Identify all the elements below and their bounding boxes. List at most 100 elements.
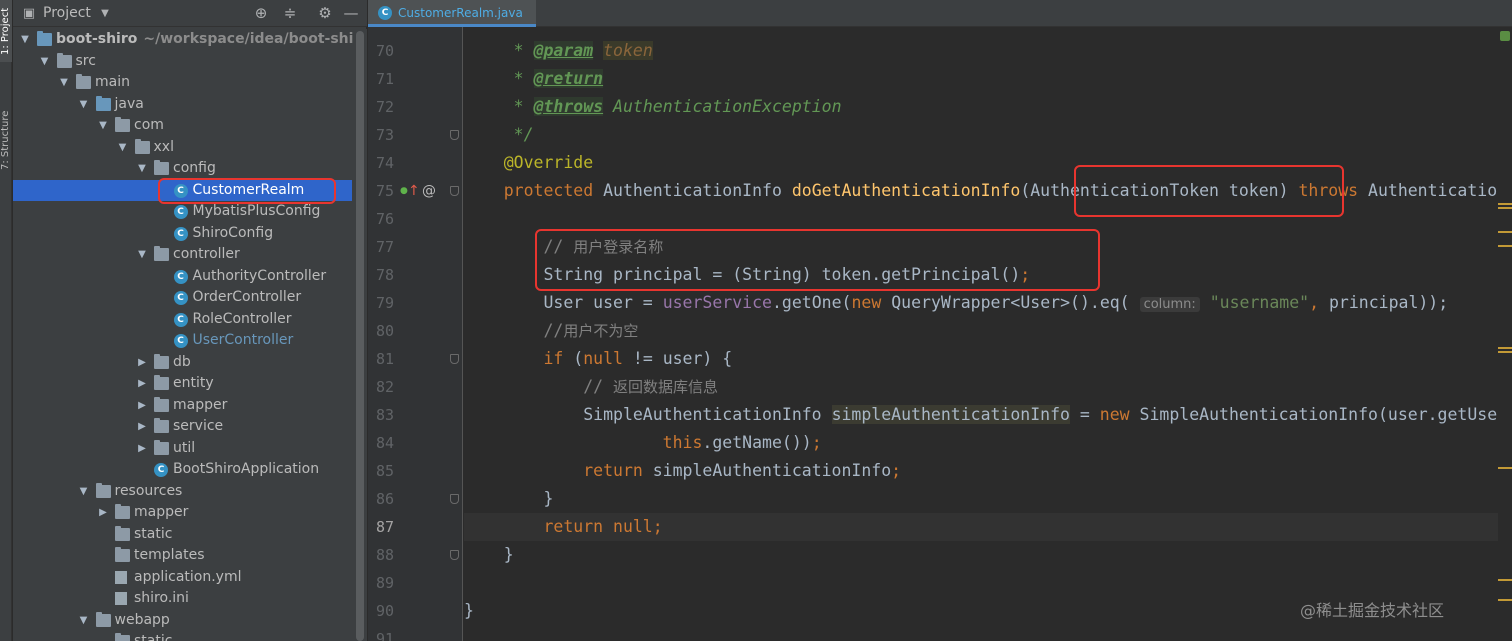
line-number[interactable]: 89 xyxy=(368,569,394,597)
tree-item[interactable]: ▶ mapper xyxy=(13,395,352,417)
expanded-arrow-icon[interactable]: ▼ xyxy=(78,610,90,632)
tree-item[interactable]: static xyxy=(13,631,352,641)
line-number[interactable]: 90 xyxy=(368,597,394,625)
tree-item[interactable]: ▼ controller xyxy=(13,244,352,266)
collapse-all-icon[interactable]: ≑ xyxy=(280,0,300,27)
inspection-ok-icon[interactable] xyxy=(1500,31,1510,41)
warning-marker[interactable] xyxy=(1498,207,1512,209)
tree-item[interactable]: ▶ util xyxy=(13,438,352,460)
line-number[interactable]: 82 xyxy=(368,373,394,401)
expanded-arrow-icon[interactable]: ▼ xyxy=(136,244,148,266)
tree-item[interactable]: ▼ src xyxy=(13,51,352,73)
line-number[interactable]: 81 xyxy=(368,345,394,373)
code-line[interactable]: } xyxy=(464,541,514,569)
tree-item[interactable]: ▼ com xyxy=(13,115,352,137)
code-line[interactable]: * @throws AuthenticationException xyxy=(464,93,842,121)
fold-icon[interactable] xyxy=(450,186,459,196)
fold-icon[interactable] xyxy=(450,354,459,364)
warning-marker[interactable] xyxy=(1498,579,1512,581)
line-number[interactable]: 85 xyxy=(368,457,394,485)
code-line[interactable]: // 返回数据库信息 xyxy=(464,373,718,401)
code-line[interactable]: User user = userService.getOne(new Query… xyxy=(464,289,1448,317)
tree-item[interactable]: C ShiroConfig xyxy=(13,223,352,245)
editor-gutter[interactable]: 70 71 72 73 74 75 76 77 78 79 80 81 82 83 84 85 86 87 88 89… xyxy=(368,27,463,641)
tree-item[interactable]: ▼ main xyxy=(13,72,352,94)
tree-item[interactable]: ▶ mapper xyxy=(13,502,352,524)
collapsed-arrow-icon[interactable]: ▶ xyxy=(136,438,148,460)
expanded-arrow-icon[interactable]: ▼ xyxy=(136,158,148,180)
code-line[interactable]: * @return xyxy=(464,65,604,93)
code-line[interactable]: SimpleAuthenticationInfo simpleAuthentic… xyxy=(464,401,1498,429)
tree-item[interactable]: ▼ boot-shiro ~/workspace/idea/boot-shiro xyxy=(13,29,367,51)
tab-customer-realm[interactable]: C CustomerRealm.java xyxy=(368,0,536,27)
collapsed-arrow-icon[interactable]: ▶ xyxy=(97,502,109,524)
structure-tool-tab[interactable]: 7: Structure xyxy=(0,95,12,185)
code-line[interactable]: return simpleAuthenticationInfo; xyxy=(464,457,901,485)
collapsed-arrow-icon[interactable]: ▶ xyxy=(136,373,148,395)
project-tree-scrollbar[interactable] xyxy=(353,29,367,641)
tree-item[interactable]: ▼ java xyxy=(13,94,352,116)
tree-item[interactable]: ▼ resources xyxy=(13,481,352,503)
tree-item[interactable]: static xyxy=(13,524,352,546)
fold-icon[interactable] xyxy=(450,130,459,140)
tree-item[interactable]: ▶ service xyxy=(13,416,352,438)
line-number[interactable]: 88 xyxy=(368,541,394,569)
collapsed-arrow-icon[interactable]: ▶ xyxy=(136,352,148,374)
error-stripe[interactable] xyxy=(1498,27,1512,641)
override-arrow-icon[interactable]: ↑ xyxy=(408,177,420,205)
line-number[interactable]: 78 xyxy=(368,261,394,289)
minimize-icon[interactable]: — xyxy=(341,0,361,27)
line-number[interactable]: 72 xyxy=(368,93,394,121)
line-number[interactable]: 84 xyxy=(368,429,394,457)
line-number[interactable]: 87 xyxy=(368,513,394,541)
tree-item[interactable]: C RoleController xyxy=(13,309,352,331)
line-number[interactable]: 75 xyxy=(368,177,394,205)
fold-icon[interactable] xyxy=(450,494,459,504)
tree-item[interactable]: ▼ config xyxy=(13,158,352,180)
line-number[interactable]: 79 xyxy=(368,289,394,317)
code-editor[interactable]: * @param token * @return * @throws Authe… xyxy=(464,27,1498,641)
line-number[interactable]: 83 xyxy=(368,401,394,429)
tree-item[interactable]: ▶ entity xyxy=(13,373,352,395)
warning-marker[interactable] xyxy=(1498,203,1512,205)
project-view-title[interactable]: Project xyxy=(43,0,91,27)
expanded-arrow-icon[interactable]: ▼ xyxy=(19,29,31,51)
expanded-arrow-icon[interactable]: ▼ xyxy=(97,115,109,137)
expanded-arrow-icon[interactable]: ▼ xyxy=(117,137,129,159)
line-number[interactable]: 73 xyxy=(368,121,394,149)
line-number[interactable]: 71 xyxy=(368,65,394,93)
code-line[interactable]: } xyxy=(464,597,474,625)
warning-marker[interactable] xyxy=(1498,599,1512,601)
tree-item[interactable]: C OrderController xyxy=(13,287,352,309)
tree-item[interactable]: C AuthorityController xyxy=(13,266,352,288)
code-line[interactable]: this.getName()); xyxy=(464,429,822,457)
line-number[interactable]: 77 xyxy=(368,233,394,261)
expanded-arrow-icon[interactable]: ▼ xyxy=(78,481,90,503)
warning-marker[interactable] xyxy=(1498,351,1512,353)
tree-item[interactable]: ▼ xxl xyxy=(13,137,352,159)
tree-item[interactable]: application.yml xyxy=(13,567,352,589)
code-line[interactable]: @Override xyxy=(464,149,593,177)
code-line[interactable]: */ xyxy=(464,121,534,149)
tree-item[interactable]: C BootShiroApplication xyxy=(13,459,352,481)
line-number[interactable]: 70 xyxy=(368,37,394,65)
fold-icon[interactable] xyxy=(450,550,459,560)
tree-item[interactable]: ▼ webapp xyxy=(13,610,352,632)
tree-item[interactable]: ▶ db xyxy=(13,352,352,374)
implements-method-icon[interactable]: ● xyxy=(400,177,408,205)
code-line[interactable]: if (null != user) { xyxy=(464,345,732,373)
code-line[interactable]: return null; xyxy=(464,513,662,541)
expanded-arrow-icon[interactable]: ▼ xyxy=(58,72,70,94)
scrollbar-thumb[interactable] xyxy=(356,31,364,641)
project-tree[interactable]: ▼ boot-shiro ~/workspace/idea/boot-shiro ▼ s… xyxy=(13,29,367,641)
tree-item[interactable]: C MybatisPlusConfig xyxy=(13,201,352,223)
line-number[interactable]: 80 xyxy=(368,317,394,345)
warning-marker[interactable] xyxy=(1498,245,1512,247)
chevron-down-icon[interactable]: ▼ xyxy=(95,0,115,27)
collapsed-arrow-icon[interactable]: ▶ xyxy=(136,395,148,417)
line-number[interactable]: 74 xyxy=(368,149,394,177)
annotation-icon[interactable]: @ xyxy=(422,177,436,205)
locate-icon[interactable]: ⊕ xyxy=(251,0,271,27)
code-line[interactable]: } xyxy=(464,485,553,513)
warning-marker[interactable] xyxy=(1498,467,1512,469)
